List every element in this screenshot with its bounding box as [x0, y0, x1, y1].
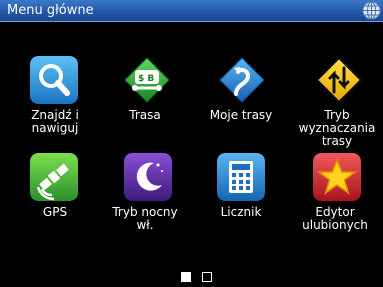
menu-item-label: Tryb nocny wł. [112, 205, 178, 232]
svg-text:$ B: $ B [138, 74, 154, 84]
route-mode-icon [315, 56, 363, 104]
search-icon [30, 56, 78, 104]
menu-item-label: Znajdź i nawiguj [31, 108, 79, 135]
menu-item-label: Edytor ulubionych [302, 205, 368, 232]
night-mode-icon [124, 153, 172, 201]
page-indicator [0, 265, 383, 285]
main-menu-grid: Znajdź i nawiguj $ B Trasa Moje trasy Tr… [0, 22, 383, 264]
star-icon [313, 153, 361, 201]
title-bar: Menu główne [0, 0, 383, 22]
menu-item-label: Tryb wyznaczania trasy [298, 108, 376, 148]
route-icon: $ B [123, 56, 171, 104]
page-dot-active[interactable] [181, 272, 191, 282]
my-routes-icon [218, 56, 266, 104]
calculator-icon [217, 153, 265, 201]
globe-icon[interactable] [362, 1, 381, 20]
menu-item-label: Licznik [220, 205, 262, 219]
page-title: Menu główne [7, 3, 94, 18]
menu-item-label: Moje trasy [209, 108, 273, 122]
page-dot[interactable] [202, 272, 212, 282]
menu-item-label: Trasa [129, 108, 161, 122]
gps-satellite-icon [30, 153, 78, 201]
menu-item-label: GPS [42, 205, 68, 219]
